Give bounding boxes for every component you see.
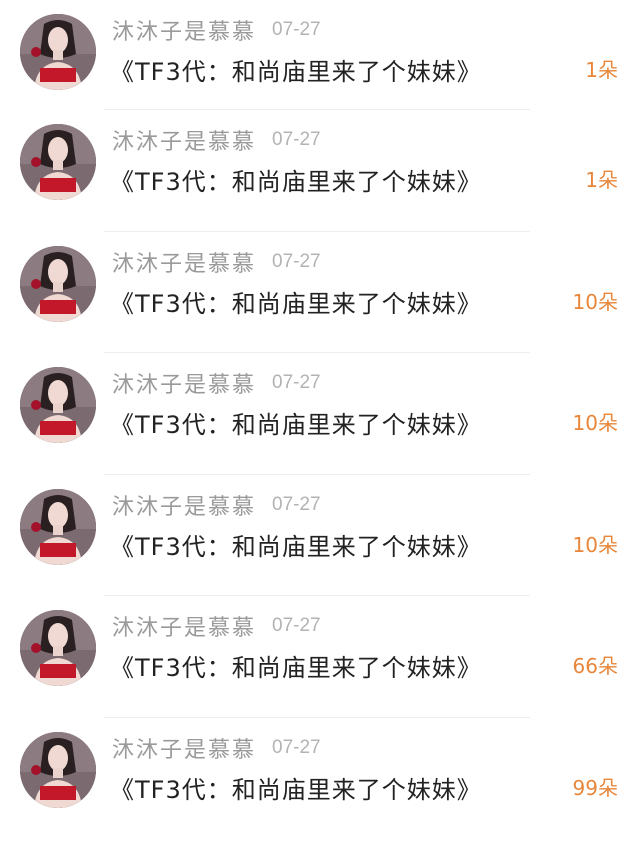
- username[interactable]: 沐沐子是慕慕: [112, 124, 256, 156]
- avatar-photo-icon: [20, 488, 96, 565]
- sender-info: 沐沐子是慕慕 07-27: [112, 732, 321, 764]
- username[interactable]: 沐沐子是慕慕: [112, 14, 256, 46]
- avatar[interactable]: [20, 367, 96, 443]
- avatar[interactable]: [20, 124, 96, 200]
- avatar[interactable]: [20, 245, 96, 322]
- gift-record-list: 沐沐子是慕慕 07-27 《TF3代：和尚庙里来了个妹妹》 1朵 沐沐子是慕慕 …: [0, 0, 640, 848]
- avatar-photo-icon: [20, 245, 96, 322]
- avatar-photo-icon: [20, 367, 96, 443]
- avatar-photo-icon: [20, 731, 96, 808]
- flower-amount: 1朵: [585, 168, 618, 192]
- list-item[interactable]: 沐沐子是慕慕 07-27 《TF3代：和尚庙里来了个妹妹》 1朵: [0, 110, 640, 232]
- sender-info: 沐沐子是慕慕 07-27: [112, 367, 321, 399]
- sender-info: 沐沐子是慕慕 07-27: [112, 124, 321, 156]
- date: 07-27: [272, 19, 321, 40]
- flower-amount: 10朵: [572, 532, 618, 557]
- list-item[interactable]: 沐沐子是慕慕 07-27 《TF3代：和尚庙里来了个妹妹》 1朵: [0, 0, 640, 110]
- avatar[interactable]: [20, 488, 96, 565]
- avatar[interactable]: [20, 610, 96, 686]
- date: 07-27: [272, 736, 321, 758]
- date: 07-27: [272, 250, 321, 272]
- avatar[interactable]: [20, 731, 96, 808]
- avatar-photo-icon: [20, 124, 96, 200]
- avatar[interactable]: [20, 14, 96, 90]
- book-title[interactable]: 《TF3代：和尚庙里来了个妹妹》: [110, 527, 482, 562]
- sender-info: 沐沐子是慕慕 07-27: [112, 489, 321, 521]
- date: 07-27: [272, 372, 321, 393]
- username[interactable]: 沐沐子是慕慕: [112, 367, 256, 399]
- sender-info: 沐沐子是慕慕 07-27: [112, 14, 321, 46]
- list-item[interactable]: 沐沐子是慕慕 07-27 《TF3代：和尚庙里来了个妹妹》 66朵: [0, 596, 640, 718]
- book-title[interactable]: 《TF3代：和尚庙里来了个妹妹》: [110, 648, 482, 683]
- flower-amount: 99朵: [572, 775, 618, 800]
- book-title[interactable]: 《TF3代：和尚庙里来了个妹妹》: [110, 770, 482, 805]
- date: 07-27: [272, 615, 321, 636]
- username[interactable]: 沐沐子是慕慕: [112, 246, 256, 278]
- username[interactable]: 沐沐子是慕慕: [112, 489, 256, 521]
- list-item[interactable]: 沐沐子是慕慕 07-27 《TF3代：和尚庙里来了个妹妹》 10朵: [0, 353, 640, 475]
- avatar-photo-icon: [20, 610, 96, 686]
- list-item[interactable]: 沐沐子是慕慕 07-27 《TF3代：和尚庙里来了个妹妹》 10朵: [0, 475, 640, 596]
- date: 07-27: [272, 129, 321, 150]
- book-title[interactable]: 《TF3代：和尚庙里来了个妹妹》: [110, 52, 482, 87]
- book-title[interactable]: 《TF3代：和尚庙里来了个妹妹》: [110, 162, 482, 197]
- sender-info: 沐沐子是慕慕 07-27: [112, 610, 321, 642]
- sender-info: 沐沐子是慕慕 07-27: [112, 246, 321, 278]
- username[interactable]: 沐沐子是慕慕: [112, 610, 256, 642]
- book-title[interactable]: 《TF3代：和尚庙里来了个妹妹》: [110, 405, 482, 440]
- flower-amount: 1朵: [585, 58, 618, 82]
- book-title[interactable]: 《TF3代：和尚庙里来了个妹妹》: [110, 284, 482, 319]
- username[interactable]: 沐沐子是慕慕: [112, 732, 256, 764]
- list-item[interactable]: 沐沐子是慕慕 07-27 《TF3代：和尚庙里来了个妹妹》 99朵: [0, 718, 640, 840]
- list-item[interactable]: 沐沐子是慕慕 07-27 《TF3代：和尚庙里来了个妹妹》 10朵: [0, 232, 640, 353]
- date: 07-27: [272, 493, 321, 515]
- flower-amount: 10朵: [572, 289, 618, 314]
- flower-amount: 10朵: [572, 411, 618, 435]
- avatar-photo-icon: [20, 14, 96, 90]
- flower-amount: 66朵: [572, 654, 618, 678]
